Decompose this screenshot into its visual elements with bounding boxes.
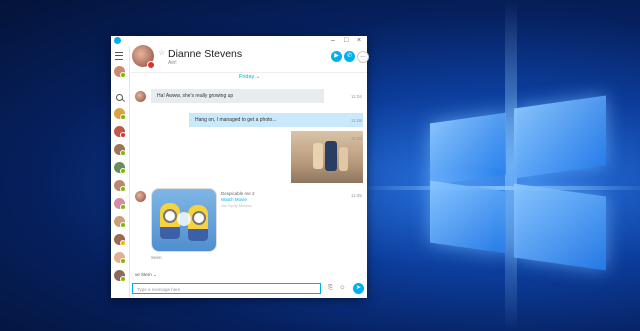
title-bar: – □ × xyxy=(111,36,367,46)
contact-avatar[interactable] xyxy=(114,126,126,138)
minimize-button[interactable]: – xyxy=(331,37,335,45)
video-call-button[interactable]: ▶ xyxy=(331,51,342,62)
contact-avatar[interactable] xyxy=(114,66,126,78)
send-button[interactable]: ➤ xyxy=(353,283,364,294)
outgoing-message: Hang on, I managed to get a photo... xyxy=(189,113,363,127)
message-input[interactable]: Type a message here xyxy=(132,283,321,294)
contact-avatar[interactable] xyxy=(114,234,126,246)
contact-avatar[interactable] xyxy=(114,162,126,174)
status-busy-icon xyxy=(147,61,155,69)
message-composer: Type a message here ⎘ ☺ ➤ xyxy=(129,282,367,298)
windows-logo xyxy=(430,90,610,280)
contact-avatar[interactable] xyxy=(114,216,126,228)
contact-avatar[interactable] xyxy=(114,180,126,192)
emoticon-icon[interactable]: ☺ xyxy=(339,285,346,292)
play-icon[interactable] xyxy=(177,212,191,226)
contact-status-text: Ain! xyxy=(168,60,177,66)
day-separator: Friday ⌄ xyxy=(239,74,261,80)
skype-logo-icon xyxy=(114,37,121,44)
typing-indicator: ve Stern ⌄ xyxy=(135,272,157,277)
contact-name: Dianne Stevens xyxy=(168,48,243,60)
gif-title: Despicable me 2 xyxy=(221,191,255,196)
contact-avatar[interactable] xyxy=(114,198,126,210)
attach-icon[interactable]: ⎘ xyxy=(327,285,334,292)
sender-avatar xyxy=(135,191,146,202)
favorite-star-icon[interactable]: ☆ xyxy=(158,49,165,57)
message-history: Friday ⌄ Ha! Awww, she's really growing … xyxy=(129,73,367,281)
close-button[interactable]: × xyxy=(357,37,361,45)
contact-avatar[interactable] xyxy=(114,144,126,156)
maximize-button[interactable]: □ xyxy=(344,37,348,45)
contacts-rail xyxy=(111,46,130,298)
message-time: 11:05 xyxy=(351,118,362,123)
message-time: 11:05 xyxy=(351,193,362,198)
gif-message[interactable] xyxy=(151,188,217,252)
seen-indicator: Seen xyxy=(151,255,162,260)
more-options-button[interactable]: … xyxy=(357,51,369,63)
message-time: 11:04 xyxy=(351,94,362,99)
contact-avatar[interactable] xyxy=(114,252,126,264)
audio-call-button[interactable]: ✆ xyxy=(344,51,355,62)
contact-avatar[interactable] xyxy=(114,108,126,120)
menu-icon[interactable] xyxy=(115,52,123,60)
gif-source: via Giphy Movies xyxy=(221,203,252,208)
contact-avatar[interactable] xyxy=(114,270,126,282)
message-time: 11:05 xyxy=(351,136,362,141)
sender-avatar xyxy=(135,91,146,102)
search-icon[interactable] xyxy=(116,94,123,101)
incoming-message: Ha! Awww, she's really growing up xyxy=(151,89,324,103)
conversation-header: ☆ Dianne Stevens Ain! ▶ ✆ … xyxy=(129,45,369,73)
skype-window: – □ × ☆ Dianne Stevens Ain! ▶ ✆ … Friday… xyxy=(111,36,369,298)
watch-movie-link[interactable]: Watch Movie xyxy=(221,197,247,202)
